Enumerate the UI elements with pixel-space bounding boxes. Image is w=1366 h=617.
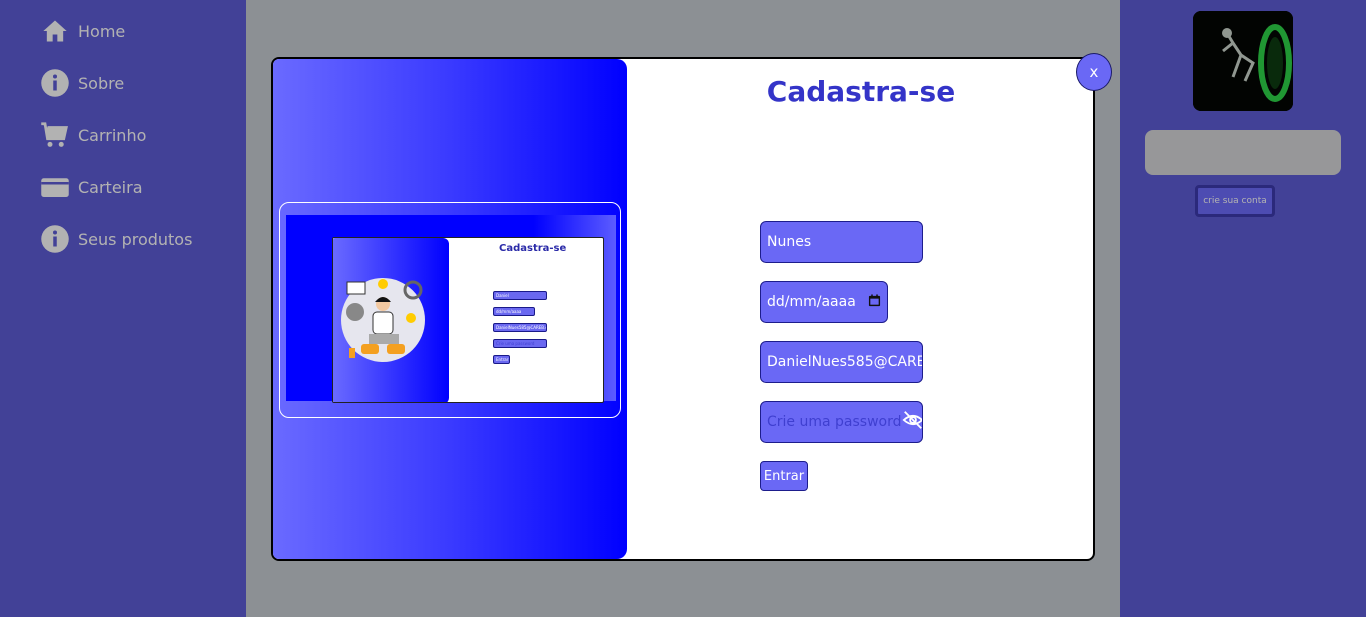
- preview-title: Cadastra-se: [499, 243, 567, 254]
- signup-modal: Cadastra-se Daniel dd/mm/aaaa DanielNues…: [271, 53, 1112, 561]
- preview-date-field: dd/mm/aaaa: [493, 307, 535, 316]
- name-value: Nunes: [767, 234, 812, 250]
- modal-title: Cadastra-se: [766, 75, 956, 108]
- preview-frame: Cadastra-se Daniel dd/mm/aaaa DanielNues…: [279, 202, 621, 418]
- preview-email-field: DanielNues585@CAREB.c: [493, 323, 547, 332]
- modal-side-panel: Cadastra-se Daniel dd/mm/aaaa DanielNues…: [273, 59, 627, 559]
- preview-submit-button: Entrar: [493, 355, 510, 364]
- submit-button[interactable]: Entrar: [760, 461, 808, 491]
- email-field[interactable]: DanielNues585@CAREB.c: [760, 341, 923, 383]
- birthdate-value: dd/mm/aaaa: [767, 294, 856, 310]
- name-field[interactable]: Nunes: [760, 221, 923, 263]
- email-value: DanielNues585@CAREB.c: [767, 354, 923, 370]
- preview-card: Cadastra-se Daniel dd/mm/aaaa DanielNues…: [332, 237, 604, 403]
- calendar-icon[interactable]: [868, 293, 881, 311]
- preview-card-side: [333, 238, 449, 402]
- password-placeholder: Crie uma password: [767, 414, 902, 430]
- password-field[interactable]: Crie uma password: [760, 401, 923, 443]
- preview-name-field: Daniel: [493, 291, 547, 300]
- eye-slash-icon[interactable]: [901, 409, 922, 435]
- preview-password-field: Crie uma password: [493, 339, 547, 348]
- illustration: [341, 278, 425, 362]
- preview-image: Cadastra-se Daniel dd/mm/aaaa DanielNues…: [286, 215, 616, 403]
- birthdate-field[interactable]: dd/mm/aaaa: [760, 281, 888, 323]
